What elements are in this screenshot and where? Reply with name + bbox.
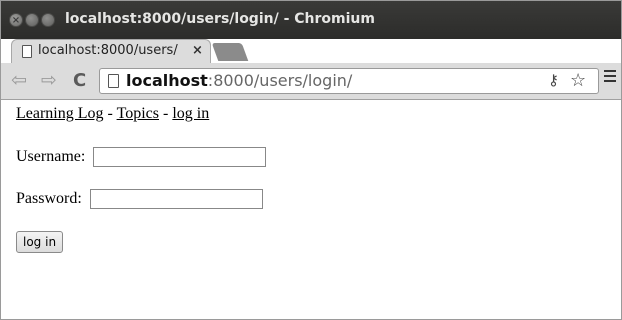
log-in-button[interactable]: log in — [16, 231, 64, 253]
tab-close-icon[interactable]: × — [192, 43, 203, 58]
key-icon[interactable]: ⚷ — [548, 71, 559, 89]
tab-label: localhost:8000/users/ — [38, 43, 178, 58]
password-row: Password: — [16, 189, 263, 209]
reload-icon[interactable]: C — [73, 70, 86, 91]
nav-link-log-in[interactable]: log in — [172, 105, 209, 122]
address-url[interactable]: localhost:8000/users/login/ — [126, 71, 352, 90]
password-label: Password: — [16, 190, 82, 207]
page-content: Learning Log - Topics - log in Username:… — [16, 105, 606, 253]
username-label: Username: — [16, 148, 86, 165]
url-path: :8000/users/login/ — [207, 71, 353, 90]
browser-toolbar: ⇦ ⇨ C localhost:8000/users/login/ ⚷ ☆ — [1, 63, 621, 100]
window-title: localhost:8000/users/login/ - Chromium — [65, 11, 375, 27]
nav-separator: - — [159, 105, 173, 122]
username-row: Username: — [16, 147, 267, 167]
menu-icon[interactable] — [604, 70, 616, 85]
minimize-window-button[interactable] — [25, 13, 39, 27]
site-nav: Learning Log - Topics - log in — [16, 105, 606, 123]
password-input[interactable] — [89, 189, 263, 209]
maximize-window-button[interactable] — [41, 13, 55, 27]
nav-link-learning-log[interactable]: Learning Log — [16, 105, 104, 122]
page-icon — [22, 45, 32, 58]
nav-separator: - — [103, 105, 117, 122]
new-tab-button[interactable] — [211, 43, 249, 61]
bookmark-star-icon[interactable]: ☆ — [570, 70, 586, 91]
close-window-button[interactable]: × — [9, 13, 23, 27]
tab-localhost[interactable]: localhost:8000/users/ × — [11, 39, 211, 63]
forward-arrow-icon[interactable]: ⇨ — [41, 70, 57, 90]
username-input[interactable] — [93, 147, 267, 167]
browser-window: × localhost:8000/users/login/ - Chromium… — [0, 0, 622, 320]
back-arrow-icon[interactable]: ⇦ — [11, 70, 27, 90]
page-icon — [108, 74, 119, 88]
url-host: localhost — [126, 71, 208, 90]
address-bar[interactable]: localhost:8000/users/login/ ⚷ ☆ — [99, 68, 599, 94]
title-bar: × localhost:8000/users/login/ - Chromium — [1, 1, 621, 39]
nav-link-topics[interactable]: Topics — [117, 105, 159, 122]
